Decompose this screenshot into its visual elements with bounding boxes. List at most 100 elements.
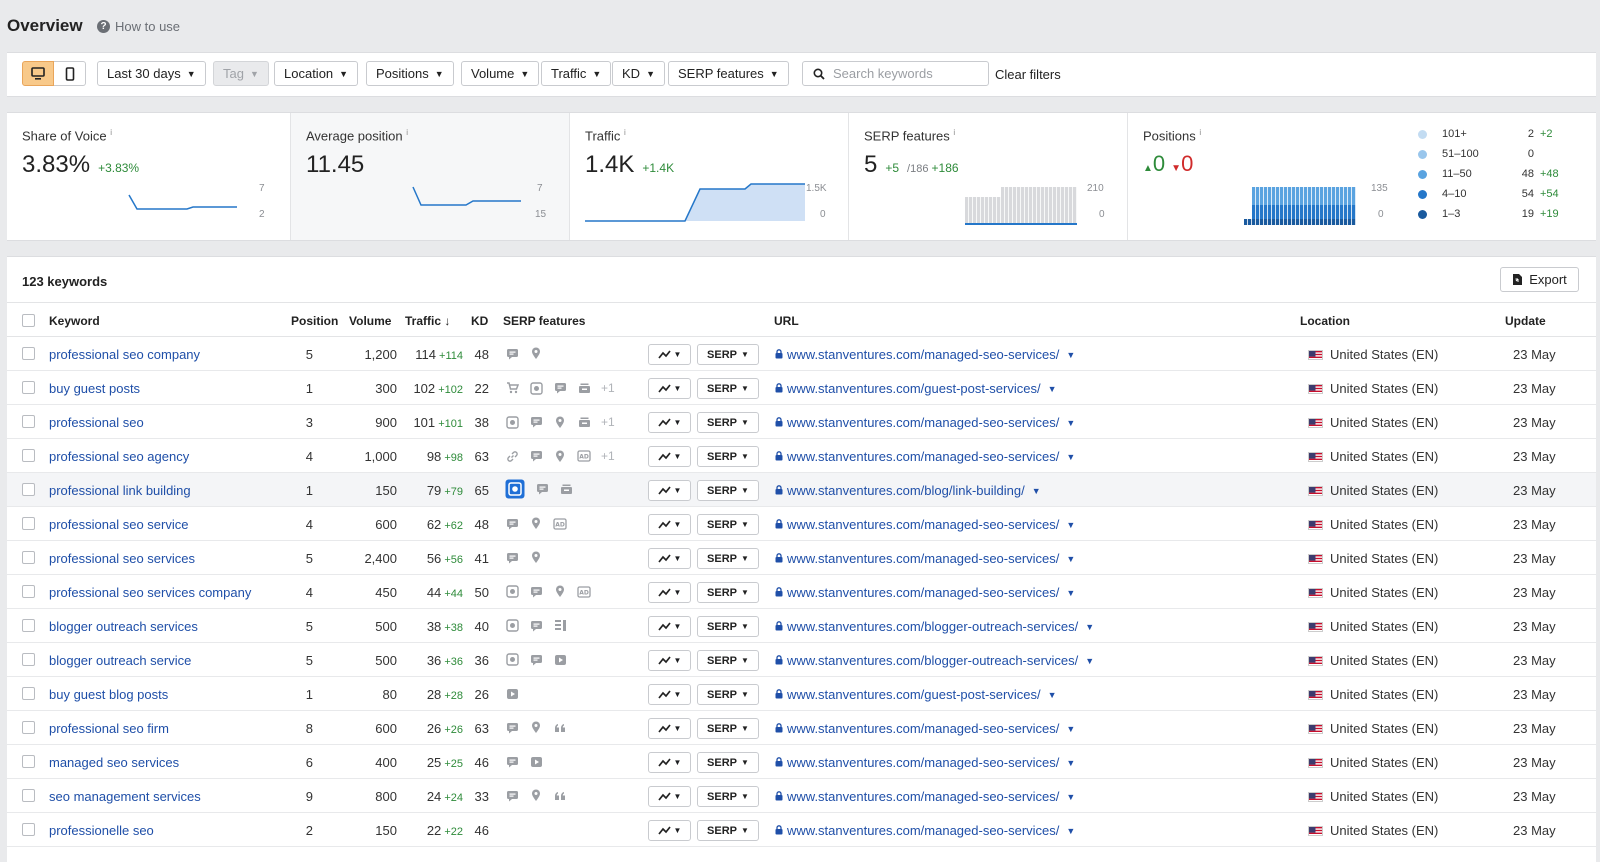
trend-chart-button[interactable]: ▼ [648,820,691,841]
header-kd[interactable]: KD [471,314,488,328]
image-pack-icon[interactable] [529,381,543,395]
trend-chart-button[interactable]: ▼ [648,582,691,603]
serp-button[interactable]: SERP ▼ [697,378,759,399]
serp-button[interactable]: SERP ▼ [697,582,759,603]
positions-legend-item[interactable]: 4–10 54 +54 [1418,188,1568,202]
pin-icon[interactable] [553,450,567,463]
row-checkbox[interactable] [22,687,35,700]
row-checkbox[interactable] [22,653,35,666]
row-checkbox[interactable] [22,347,35,360]
image-pack-icon[interactable] [505,619,519,632]
header-position[interactable]: Position [291,314,338,328]
more-features-count[interactable]: +1 [601,381,615,395]
url-link[interactable]: www.stanventures.com/managed-seo-service… [775,449,1075,464]
keyword-link[interactable]: professional link building [49,483,191,498]
video-icon[interactable] [553,653,567,666]
serp-button[interactable]: SERP ▼ [697,650,759,671]
url-link[interactable]: www.stanventures.com/managed-seo-service… [775,347,1075,362]
image-pack-active-icon[interactable] [505,479,525,499]
trend-chart-button[interactable]: ▼ [648,480,691,501]
trend-chart-button[interactable]: ▼ [648,616,691,637]
url-link[interactable]: www.stanventures.com/managed-seo-service… [775,585,1075,600]
positions-legend-item[interactable]: 101+ 2 +2 [1418,128,1568,142]
keyword-link[interactable]: professional seo agency [49,449,189,464]
review-icon[interactable] [535,483,549,496]
ad-icon[interactable]: AD [577,585,591,598]
serp-button[interactable]: SERP ▼ [697,480,759,501]
serp-features-dropdown[interactable]: SERP features ▼ [668,61,789,86]
keyword-link[interactable]: managed seo services [49,755,179,770]
row-checkbox[interactable] [22,517,35,530]
url-link[interactable]: www.stanventures.com/managed-seo-service… [775,517,1075,532]
trend-chart-button[interactable]: ▼ [648,684,691,705]
keyword-link[interactable]: buy guest posts [49,381,140,396]
header-update[interactable]: Update [1505,314,1546,328]
trend-chart-button[interactable]: ▼ [648,752,691,773]
row-checkbox[interactable] [22,585,35,598]
more-features-count[interactable]: +1 [601,449,615,463]
row-checkbox[interactable] [22,721,35,734]
mobile-toggle-button[interactable] [54,61,86,86]
serp-button[interactable]: SERP ▼ [697,684,759,705]
row-checkbox[interactable] [22,483,35,496]
url-link[interactable]: www.stanventures.com/managed-seo-service… [775,551,1075,566]
pin-icon[interactable] [529,347,543,360]
trend-chart-button[interactable]: ▼ [648,514,691,535]
pin-icon[interactable] [553,416,567,429]
row-checkbox[interactable] [22,619,35,632]
url-link[interactable]: www.stanventures.com/managed-seo-service… [775,721,1075,736]
keyword-link[interactable]: blogger outreach services [49,619,198,634]
trend-chart-button[interactable]: ▼ [648,650,691,671]
keyword-link[interactable]: professional seo service [49,517,188,532]
trend-chart-button[interactable]: ▼ [648,548,691,569]
serp-button[interactable]: SERP ▼ [697,344,759,365]
date-range-dropdown[interactable]: Last 30 days ▼ [97,61,206,86]
positions-card[interactable]: Positions i ▲0 ▼0 135 0 101+ 2 +2 51–100 0 11… [1128,113,1596,240]
ad-icon[interactable]: AD [553,517,567,530]
review-icon[interactable] [505,721,519,734]
review-icon[interactable] [529,619,543,632]
serp-button[interactable]: SERP ▼ [697,616,759,637]
kd-dropdown[interactable]: KD ▼ [612,61,665,86]
quote-icon[interactable] [553,789,567,802]
review-icon[interactable] [553,382,567,395]
header-location[interactable]: Location [1300,314,1350,328]
header-url[interactable]: URL [774,314,799,328]
clear-filters-button[interactable]: Clear filters [995,67,1061,82]
list-icon[interactable] [553,619,567,632]
row-checkbox[interactable] [22,415,35,428]
review-icon[interactable] [505,755,519,768]
url-link[interactable]: www.stanventures.com/guest-post-services… [775,687,1057,702]
image-pack-icon[interactable] [505,585,519,598]
share-of-voice-card[interactable]: Share of Voice i 3.83% +3.83% 7 2 [7,113,291,240]
video-icon[interactable] [529,755,543,768]
image-pack-icon[interactable] [505,653,519,666]
pin-icon[interactable] [529,721,543,734]
serp-button[interactable]: SERP ▼ [697,752,759,773]
row-checkbox[interactable] [22,755,35,768]
stack-icon[interactable] [559,483,573,496]
review-icon[interactable] [505,551,519,564]
keyword-link[interactable]: professional seo [49,415,144,430]
how-to-use-link[interactable]: ? How to use [97,19,180,34]
url-link[interactable]: www.stanventures.com/blogger-outreach-se… [775,619,1094,634]
image-pack-icon[interactable] [505,415,519,429]
desktop-toggle-button[interactable] [22,61,54,86]
header-traffic[interactable]: Traffic ↓ [405,314,450,328]
pin-icon[interactable] [529,789,543,802]
tag-dropdown[interactable]: Tag ▼ [213,61,269,86]
trend-chart-button[interactable]: ▼ [648,718,691,739]
traffic-card[interactable]: Traffic i 1.4K +1.4K 1.5K 0 [570,113,849,240]
keyword-link[interactable]: blogger outreach service [49,653,191,668]
url-link[interactable]: www.stanventures.com/managed-seo-service… [775,755,1075,770]
keyword-link[interactable]: professionelle seo [49,823,154,838]
serp-button[interactable]: SERP ▼ [697,514,759,535]
trend-chart-button[interactable]: ▼ [648,446,691,467]
pin-icon[interactable] [529,517,543,530]
url-link[interactable]: www.stanventures.com/guest-post-services… [775,381,1057,396]
positions-legend-item[interactable]: 51–100 0 [1418,148,1568,162]
select-all-checkbox[interactable] [22,314,35,327]
average-position-card[interactable]: Average position i 11.45 7 15 [291,113,570,240]
pin-icon[interactable] [553,585,567,598]
positions-legend-item[interactable]: 1–3 19 +19 [1418,208,1568,222]
